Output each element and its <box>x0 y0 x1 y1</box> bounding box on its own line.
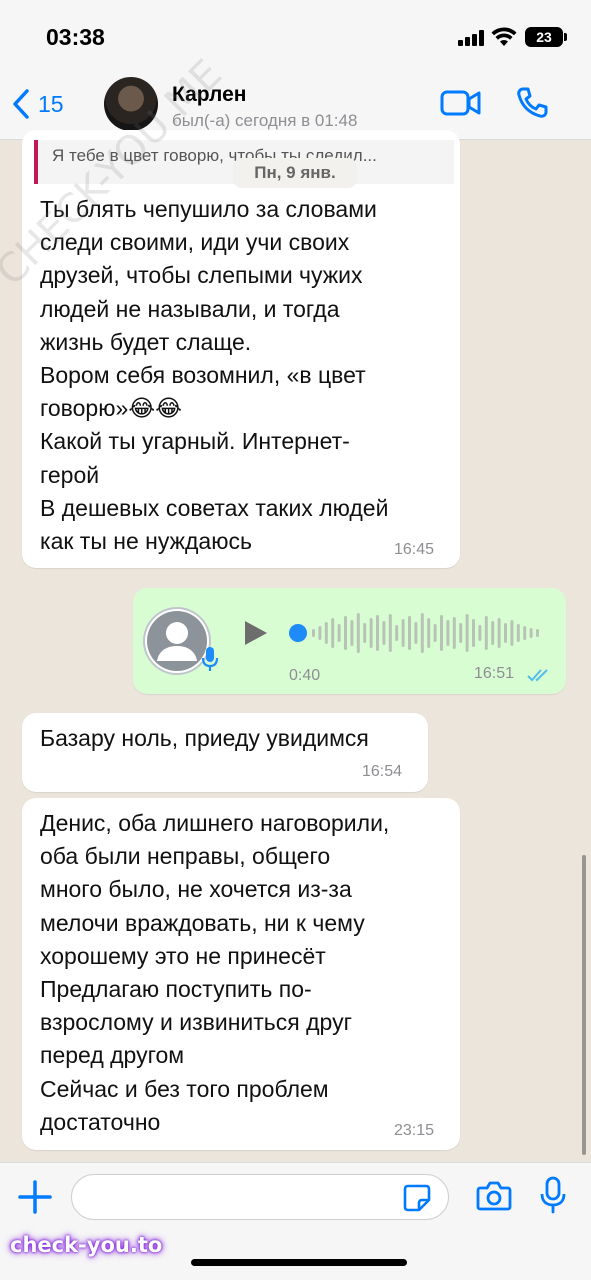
waveform-bar <box>491 621 495 645</box>
signal-icon <box>458 30 484 46</box>
play-icon[interactable] <box>243 619 269 647</box>
waveform-bar <box>414 622 418 644</box>
message-time: 16:45 <box>394 541 435 558</box>
waveform-bar <box>523 626 527 640</box>
waveform-bar <box>472 619 475 647</box>
unread-count: 15 <box>38 90 64 117</box>
waveform-bar <box>420 613 424 653</box>
waveform-bar <box>356 613 360 653</box>
message-time: 16:51 <box>474 665 515 682</box>
waveform-bar <box>363 623 367 643</box>
waveform-bar <box>369 618 373 648</box>
waveform-bar <box>465 614 469 652</box>
message-time: 16:54 <box>362 763 403 780</box>
waveform-bar <box>440 615 443 651</box>
waveform-bar <box>427 618 431 648</box>
back-button[interactable]: 15 <box>10 86 64 122</box>
voice-duration: 0:40 <box>289 667 321 684</box>
message-text: Денис, оба лишнего наговорили, оба были … <box>40 810 390 1135</box>
waveform-bar <box>382 621 386 645</box>
waveform-bar <box>312 629 315 637</box>
waveform-bar <box>350 620 354 646</box>
waveform-bar <box>408 616 411 650</box>
waveform-bar <box>433 624 437 642</box>
plus-icon[interactable] <box>17 1179 53 1215</box>
waveform-bar <box>452 617 456 649</box>
waveform-bar <box>516 624 520 642</box>
voice-waveform[interactable] <box>312 610 544 656</box>
waveform-bar <box>318 626 322 640</box>
date-separator: Пн, 9 янв. <box>233 158 357 188</box>
message-input-bar <box>0 1162 591 1280</box>
waveform-bar <box>376 615 379 651</box>
message-text: Базару ноль, приеду увидимся <box>40 725 369 751</box>
waveform-bar <box>536 629 539 637</box>
waveform-bar <box>504 623 507 643</box>
status-time: 03:38 <box>46 24 105 50</box>
waveform-bar <box>331 618 335 648</box>
message-text: Ты блять чепушило за словами следи своим… <box>40 196 389 555</box>
microphone-icon <box>201 647 219 671</box>
sticker-icon[interactable] <box>402 1183 432 1213</box>
microphone-icon[interactable] <box>540 1176 566 1214</box>
waveform-bar <box>497 618 501 648</box>
waveform-bar <box>446 620 450 646</box>
message-time: 23:15 <box>394 1122 435 1139</box>
message-input[interactable] <box>71 1174 449 1220</box>
waveform-bar <box>529 628 533 638</box>
battery-icon: 23 <box>525 27 567 47</box>
wifi-icon <box>491 27 517 46</box>
watermark-badge: check-you.to <box>10 1233 163 1257</box>
video-call-icon[interactable] <box>440 88 482 118</box>
waveform-bar <box>388 614 392 652</box>
phone-call-icon[interactable] <box>515 86 549 120</box>
double-check-icon <box>527 669 548 682</box>
waveform-bar <box>484 616 488 650</box>
waveform-bar <box>510 620 514 646</box>
waveform-bar <box>395 625 399 641</box>
playback-position-dot[interactable] <box>289 624 307 642</box>
status-bar: 03:38 23 <box>0 0 591 70</box>
back-chevron-icon <box>13 89 29 119</box>
waveform-bar <box>401 619 405 647</box>
waveform-bar <box>459 623 463 643</box>
waveform-bar <box>324 622 328 644</box>
waveform-bar <box>344 616 347 650</box>
camera-icon[interactable] <box>476 1180 512 1212</box>
home-indicator[interactable] <box>191 1259 407 1266</box>
waveform-bar <box>478 625 482 641</box>
scrollbar[interactable] <box>582 855 586 1155</box>
waveform-bar <box>337 624 341 642</box>
